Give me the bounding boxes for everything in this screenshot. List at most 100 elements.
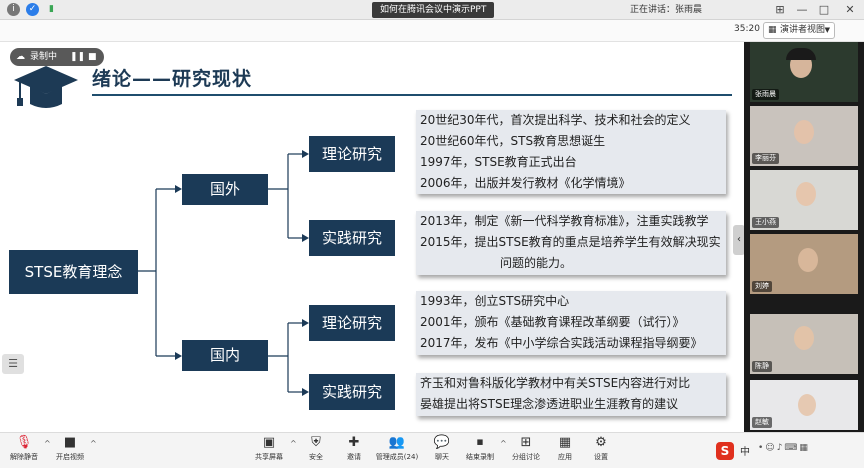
recording-indicator[interactable]: ☁ 录制中 ❚❚ ■ xyxy=(10,48,104,66)
domestic-node: 国内 xyxy=(182,340,268,371)
participant-tile[interactable]: 赵敏 xyxy=(750,380,858,430)
toolbar-label: 设置 xyxy=(594,453,608,461)
meeting-toolbar: 🎙 解除静音 ^ ■ 开启视频 ^ ▣ 共享屏幕 ^ ⛨ 安全 ✚ 邀请 👥 管… xyxy=(0,432,864,468)
toolbar-label: 开启视频 xyxy=(56,453,84,461)
root-node: STSE教育理念 xyxy=(9,250,138,294)
view-switch-button[interactable]: ▦ 演讲者视图 ▼ xyxy=(763,22,835,39)
participant-name: 王小燕 xyxy=(752,217,779,228)
security-button[interactable]: ⛨ 安全 xyxy=(298,433,334,468)
apps-icon: ▦ xyxy=(558,435,572,450)
slide-title: 绪论——研究现状 xyxy=(92,68,253,90)
participant-tile[interactable]: 王小燕 xyxy=(750,170,858,230)
ime-mode-label[interactable]: 中 xyxy=(740,443,750,458)
note-line: 2015年，提出STSE教育的重点是培养学生有效解决现实 xyxy=(420,235,721,249)
note-line: 2001年，颁布《基础教育课程改革纲要（试行）》 xyxy=(420,315,685,329)
invite-icon: ✚ xyxy=(348,435,360,450)
view-switch-label: 演讲者视图 xyxy=(780,25,826,35)
note-line: 2006年，出版并发行教材《化学情境》 xyxy=(420,176,631,190)
participant-name: 赵敏 xyxy=(752,417,772,428)
foreign-practice-node: 实践研究 xyxy=(309,220,395,256)
share-screen-icon: ▣ xyxy=(262,435,276,450)
title-bar: i ✓ ▮ 如何在腾讯会议中演示PPT 正在讲话：张雨晨 ⊞ — □ ✕ xyxy=(0,0,864,20)
apps-button[interactable]: ▦ 应用 xyxy=(548,433,582,468)
share-screen-button[interactable]: ▣ 共享屏幕 xyxy=(248,433,290,468)
note-line: 1993年，创立STS研究中心 xyxy=(420,294,570,308)
breakout-rooms-button[interactable]: ⊞ 分组讨论 xyxy=(506,433,546,468)
participant-tile[interactable]: 刘婷 xyxy=(750,234,858,294)
domestic-theory-node: 理论研究 xyxy=(309,305,395,341)
foreign-theory-node: 理论研究 xyxy=(309,136,395,172)
meeting-title: 如何在腾讯会议中演示PPT xyxy=(372,2,495,18)
stop-recording-button[interactable]: ⏹ 结束录制 xyxy=(460,433,500,468)
meeting-info-bar: 35:20 ▦ 演讲者视图 ▼ xyxy=(0,20,864,42)
participant-name: 李丽芬 xyxy=(752,153,779,164)
note-line: 问题的能力。 xyxy=(500,256,573,270)
chevron-up-icon[interactable]: ^ xyxy=(290,439,297,448)
graduation-cap-icon xyxy=(14,66,78,108)
pin-icon[interactable]: ⊞ xyxy=(770,0,790,20)
avatar xyxy=(794,326,814,350)
start-video-button[interactable]: ■ 开启视频 xyxy=(50,433,90,468)
signal-icon[interactable]: ▮ xyxy=(45,3,58,16)
info-icon[interactable]: i xyxy=(7,3,20,16)
mic-muted-icon: 🎙 xyxy=(15,435,33,450)
participant-name: 刘婷 xyxy=(752,281,772,292)
domestic-practice-notes: 齐玉和对鲁科版化学教材中有关STSE内容进行对比 晏雄提出将STSE理念渗透进职… xyxy=(416,373,726,416)
foreign-theory-notes: 20世纪30年代，首次提出科学、技术和社会的定义 20世纪60年代，STS教育思… xyxy=(416,110,726,194)
domestic-practice-node: 实践研究 xyxy=(309,374,395,410)
chat-icon: 💬 xyxy=(433,435,451,450)
ime-logo-icon[interactable]: S xyxy=(716,442,734,460)
manage-members-button[interactable]: 👥 管理成员(24) xyxy=(374,433,420,468)
meeting-window: i ✓ ▮ 如何在腾讯会议中演示PPT 正在讲话：张雨晨 ⊞ — □ ✕ 35:… xyxy=(0,0,864,468)
participant-name: 张雨晨 xyxy=(752,89,779,100)
toolbar-label: 聊天 xyxy=(435,453,449,461)
avatar xyxy=(794,120,814,144)
toolbar-label: 管理成员(24) xyxy=(375,453,419,461)
close-icon[interactable]: ✕ xyxy=(840,0,860,20)
participant-name: 陈静 xyxy=(752,361,772,372)
shield-icon: ⛨ xyxy=(311,435,321,450)
note-line: 2013年，制定《新一代科学教育标准》，注重实践教学 xyxy=(420,214,709,228)
chat-button[interactable]: 💬 聊天 xyxy=(424,433,460,468)
gear-icon: ⚙ xyxy=(595,435,607,450)
avatar xyxy=(798,394,816,416)
pause-icon[interactable]: ❚❚ xyxy=(70,48,85,66)
cloud-record-icon: ☁ xyxy=(16,52,25,62)
participant-tile[interactable]: 张雨晨 xyxy=(750,42,858,102)
note-line: 20世纪30年代，首次提出科学、技术和社会的定义 xyxy=(420,113,691,127)
record-stop-icon: ⏹ xyxy=(476,435,484,450)
list-icon[interactable]: ☰ xyxy=(2,354,24,374)
maximize-icon[interactable]: □ xyxy=(814,0,834,20)
toolbar-label: 邀请 xyxy=(347,453,361,461)
title-underline xyxy=(92,94,732,96)
participant-tile[interactable]: 李丽芬 xyxy=(750,106,858,166)
toolbar-label: 分组讨论 xyxy=(512,453,540,461)
unmute-button[interactable]: 🎙 解除静音 xyxy=(4,433,44,468)
settings-button[interactable]: ⚙ 设置 xyxy=(584,433,618,468)
domestic-theory-notes: 1993年，创立STS研究中心 2001年，颁布《基础教育课程改革纲要（试行）》… xyxy=(416,291,726,355)
toolbar-label: 结束录制 xyxy=(466,453,494,461)
shield-icon[interactable]: ✓ xyxy=(26,3,39,16)
note-line: 20世纪60年代，STS教育思想诞生 xyxy=(420,134,606,148)
toolbar-label: 安全 xyxy=(309,453,323,461)
grid-icon: ▦ xyxy=(768,25,777,35)
speaking-indicator: 正在讲话：张雨晨 xyxy=(630,5,703,15)
participant-tile[interactable]: 陈静 xyxy=(750,314,858,374)
shared-slide: ☁ 录制中 ❚❚ ■ 绪论——研究现状 STSE教育理念 国外 国内 理论研究 … xyxy=(0,42,744,432)
toolbar-label: 共享屏幕 xyxy=(255,453,283,461)
foreign-practice-notes: 2013年，制定《新一代科学教育标准》，注重实践教学 2015年，提出STSE教… xyxy=(416,211,726,275)
camera-icon: ■ xyxy=(63,435,77,450)
chevron-up-icon[interactable]: ^ xyxy=(90,439,97,448)
ime-tools-icon[interactable]: •☺♪⌨▦ xyxy=(758,443,810,453)
chevron-down-icon: ▼ xyxy=(824,26,830,34)
note-line: 2017年，发布《中小学综合实践活动课程指导纲要》 xyxy=(420,336,703,350)
recording-label: 录制中 xyxy=(30,52,58,62)
toolbar-label: 解除静音 xyxy=(10,453,38,461)
invite-button[interactable]: ✚ 邀请 xyxy=(336,433,372,468)
minimize-icon[interactable]: — xyxy=(792,0,812,20)
note-line: 齐玉和对鲁科版化学教材中有关STSE内容进行对比 xyxy=(420,376,691,390)
participant-panel: 张雨晨 李丽芬 王小燕 刘婷 陈静 赵敏 xyxy=(744,42,864,432)
note-line: 晏雄提出将STSE理念渗透进职业生涯教育的建议 xyxy=(420,397,679,411)
meeting-timer: 35:20 xyxy=(734,24,760,34)
toolbar-label: 应用 xyxy=(558,453,572,461)
